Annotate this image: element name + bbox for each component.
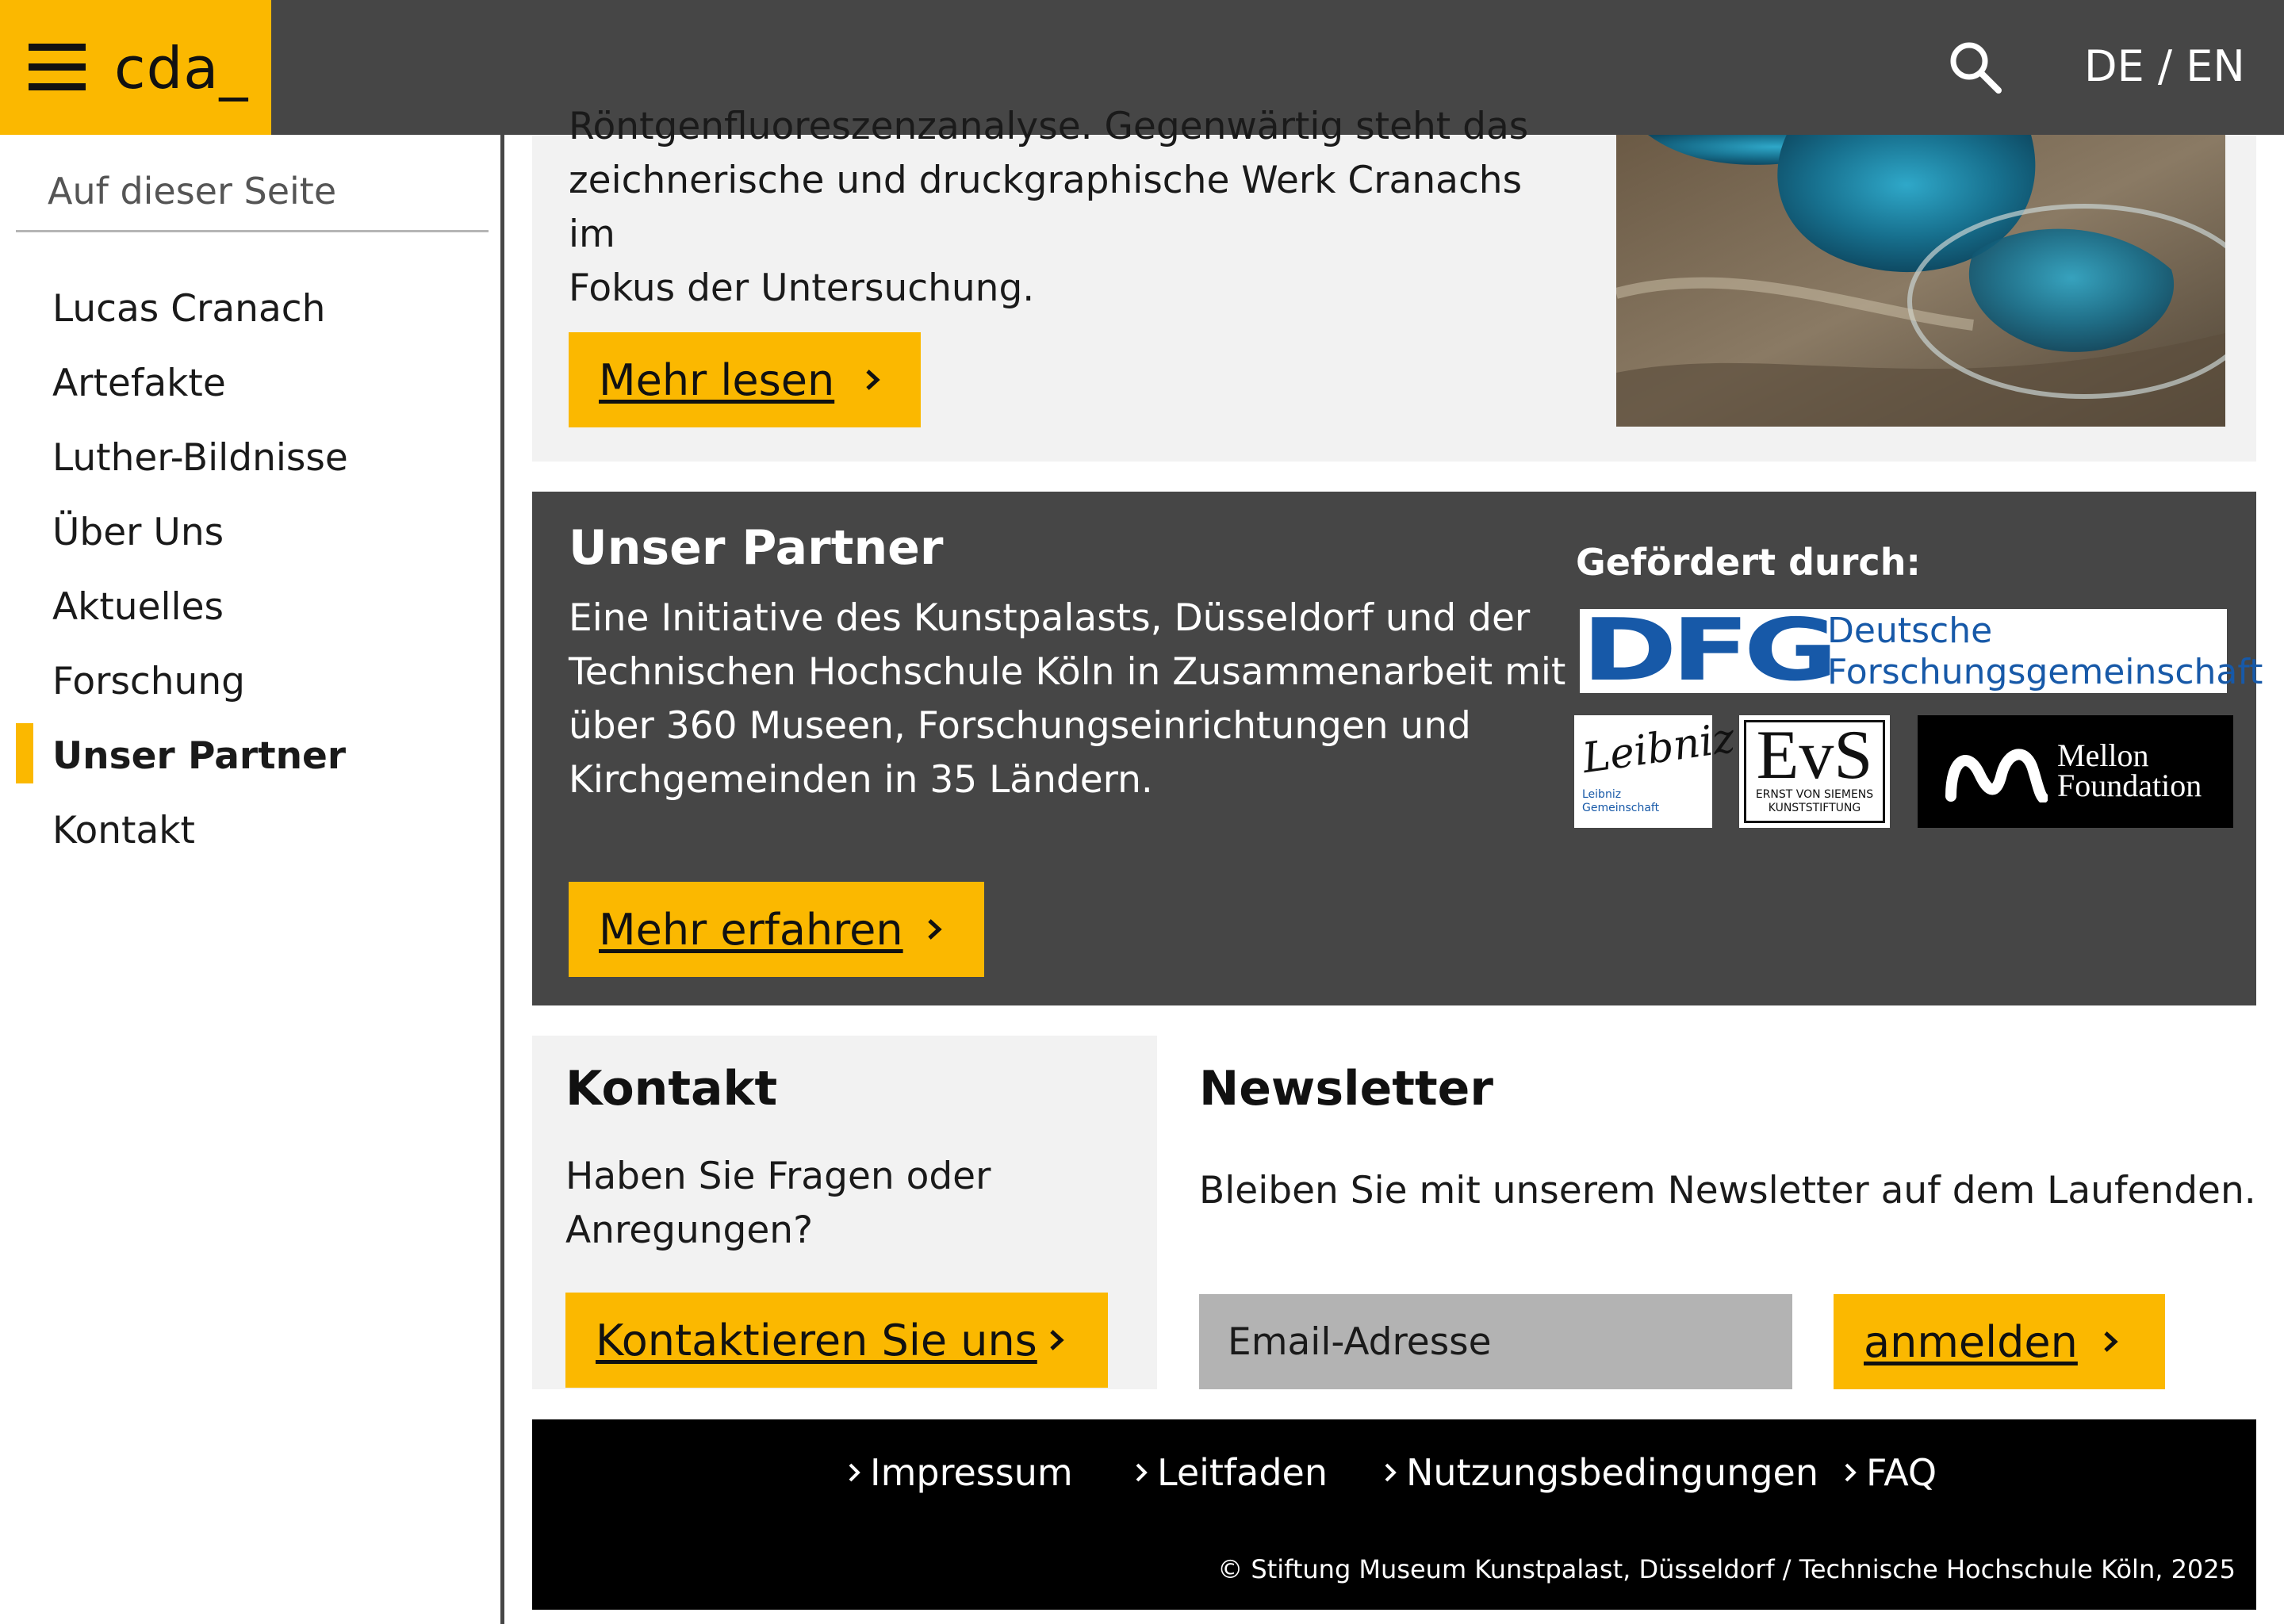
- lang-de-link[interactable]: DE: [2084, 41, 2144, 91]
- footer-link-label: Nutzungsbedingungen: [1406, 1451, 1819, 1494]
- footer-link-nutzungsbedingungen[interactable]: Nutzungsbedingungen: [1382, 1451, 1818, 1494]
- mehr-erfahren-label: Mehr erfahren: [599, 904, 903, 955]
- sidebar-item-kontakt[interactable]: Kontakt: [52, 809, 195, 852]
- leibniz-name-line-1: Leibniz: [1582, 788, 1622, 801]
- sidebar-item-unser-partner[interactable]: Unser Partner: [52, 734, 346, 778]
- mehr-lesen-label: Mehr lesen: [599, 354, 835, 405]
- sidebar-item-lucas-cranach[interactable]: Lucas Cranach: [52, 287, 325, 331]
- email-field[interactable]: [1199, 1294, 1792, 1389]
- partner-text-line-1: Eine Initiative des Kunstpalasts, Düssel…: [569, 596, 1531, 640]
- partner-title: Unser Partner: [569, 520, 944, 576]
- language-switcher: DE / EN: [2084, 41, 2245, 91]
- footer-link-impressum[interactable]: Impressum: [846, 1451, 1073, 1494]
- kontaktieren-label: Kontaktieren Sie uns: [596, 1315, 1037, 1365]
- research-partial-line: Röntgenfluoreszenzanalyse. Gegenwärtig s…: [569, 105, 1529, 148]
- lang-en-link[interactable]: EN: [2186, 41, 2245, 91]
- chevron-right-icon: [2104, 1331, 2118, 1352]
- ernst-von-siemens-logo[interactable]: EvS ERNST VON SIEMENS KUNSTSTIFTUNG: [1739, 715, 1890, 828]
- sidebar-title: Auf dieser Seite: [48, 170, 337, 213]
- mellon-m-icon: [1945, 749, 2048, 802]
- sidebar-item-aktuelles[interactable]: Aktuelles: [52, 585, 224, 629]
- site-logo[interactable]: cda_: [114, 35, 248, 102]
- footer-link-label: Leitfaden: [1157, 1451, 1328, 1494]
- sidebar-item-ueber-uns[interactable]: Über Uns: [52, 511, 224, 554]
- dfg-name-line-2: Forschungsgemeinschaft: [1827, 652, 2263, 692]
- chevron-right-icon: [1136, 1463, 1148, 1482]
- mellon-name-line-1: Mellon: [2057, 737, 2149, 773]
- dfg-logo[interactable]: DFG Deutsche Forschungsgemeinschaft: [1580, 601, 2263, 700]
- contact-text-line-1: Haben Sie Fragen oder: [565, 1155, 991, 1198]
- chevron-right-icon: [928, 919, 942, 940]
- mellon-name-line-2: Foundation: [2057, 768, 2202, 803]
- research-card: Röntgenfluoreszenzanalyse. Gegenwärtig s…: [532, 105, 2256, 462]
- footer-link-leitfaden[interactable]: Leitfaden: [1133, 1451, 1328, 1494]
- sidebar-item-artefakte[interactable]: Artefakte: [52, 362, 226, 405]
- research-image: [1616, 135, 2225, 427]
- contact-text-line-2: Anregungen?: [565, 1208, 814, 1252]
- mellon-foundation-logo[interactable]: Mellon Foundation: [1918, 715, 2233, 828]
- footer-link-label: FAQ: [1866, 1451, 1937, 1494]
- chevron-right-icon: [1050, 1330, 1064, 1350]
- hamburger-menu-icon[interactable]: [29, 44, 86, 91]
- active-item-marker: [16, 723, 33, 783]
- mehr-erfahren-button[interactable]: Mehr erfahren: [569, 882, 984, 977]
- leibniz-name-line-2: Gemeinschaft: [1582, 802, 1660, 814]
- anmelden-label: anmelden: [1864, 1316, 2078, 1367]
- mehr-lesen-button[interactable]: Mehr lesen: [569, 332, 921, 427]
- footer: Impressum Leitfaden Nutzungsbedingungen …: [532, 1419, 2256, 1610]
- kontaktieren-button[interactable]: Kontaktieren Sie uns: [565, 1293, 1108, 1388]
- sidebar: Auf dieser Seite Lucas Cranach Artefakte…: [0, 135, 504, 1624]
- newsletter-text: Bleiben Sie mit unserem Newsletter auf d…: [1199, 1169, 2256, 1212]
- partner-text-line-3: über 360 Museen, Forschungseinrichtungen…: [569, 704, 1471, 748]
- dfg-mark: DFG: [1581, 601, 1838, 700]
- newsletter-title: Newsletter: [1199, 1061, 1493, 1116]
- evs-mark: EvS: [1756, 717, 1873, 794]
- evs-name-line-1: ERNST VON SIEMENS: [1755, 788, 1874, 801]
- dfg-name-line-1: Deutsche: [1827, 611, 1993, 651]
- research-text-line-1: zeichnerische und druckgraphische Werk C…: [569, 159, 1523, 256]
- chevron-right-icon: [849, 1463, 860, 1482]
- research-text-line-2: Fokus der Untersuchung.: [569, 266, 1035, 310]
- sidebar-divider: [16, 230, 489, 232]
- footer-link-faq[interactable]: FAQ: [1842, 1451, 1937, 1494]
- search-icon[interactable]: [1948, 40, 2003, 95]
- partner-text-line-2: Technischen Hochschule Köln in Zusammena…: [569, 650, 1566, 694]
- contact-title: Kontakt: [565, 1061, 778, 1116]
- logo-box[interactable]: cda_: [0, 0, 271, 135]
- contact-card: Kontakt Haben Sie Fragen oder Anregungen…: [532, 1036, 1157, 1389]
- chevron-right-icon: [1385, 1463, 1397, 1482]
- sidebar-item-forschung[interactable]: Forschung: [52, 660, 245, 703]
- lang-separator: /: [2157, 41, 2173, 91]
- evs-name-line-2: KUNSTSTIFTUNG: [1768, 802, 1861, 814]
- leibniz-logo[interactable]: Leibniz Leibniz Gemeinschaft: [1574, 714, 1738, 828]
- anmelden-button[interactable]: anmelden: [1834, 1294, 2165, 1389]
- sidebar-item-luther-bildnisse[interactable]: Luther-Bildnisse: [52, 436, 348, 480]
- funded-by-label: Gefördert durch:: [1576, 541, 1921, 584]
- footer-copyright: © Stiftung Museum Kunstpalast, Düsseldor…: [1217, 1554, 2236, 1584]
- partner-text-line-4: Kirchgemeinden in 35 Ländern.: [569, 758, 1153, 802]
- footer-link-label: Impressum: [870, 1451, 1073, 1494]
- chevron-right-icon: [1845, 1463, 1857, 1482]
- chevron-right-icon: [866, 370, 880, 390]
